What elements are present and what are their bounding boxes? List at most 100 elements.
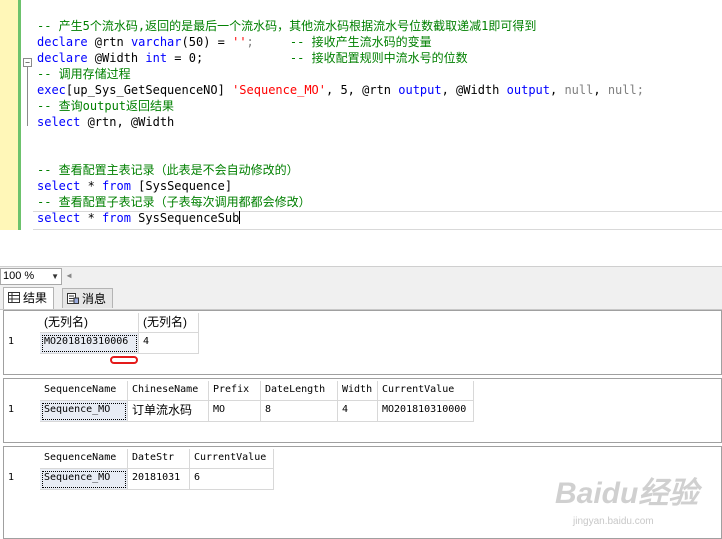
code-token: select	[37, 115, 81, 129]
messages-icon	[67, 290, 79, 304]
code-token: [up_Sys_GetSequenceNO]	[65, 83, 233, 97]
code-token: @rtn, @Width	[80, 115, 175, 129]
column-header[interactable]: CurrentValue	[378, 381, 474, 401]
code-token: from	[102, 179, 131, 193]
column-header[interactable]: ChineseName	[128, 381, 209, 401]
tab-results-label: 结果	[23, 291, 48, 305]
column-header[interactable]: (无列名)	[139, 313, 199, 333]
text-caret	[239, 211, 241, 224]
code-token: , 5, @rtn	[326, 83, 399, 97]
code-token: null	[564, 83, 594, 97]
sql-code[interactable]: -- 产生5个流水码,返回的是最后一个流水码，其他流水码根据流水号位数截取递减1…	[37, 18, 644, 226]
code-line[interactable]: -- 查询output返回结果	[37, 98, 644, 114]
code-token: declare	[37, 35, 88, 49]
code-line[interactable]: -- 查看配置子表记录（子表每次调用都都会修改）	[37, 194, 644, 210]
code-token: @rtn	[87, 35, 131, 49]
tab-messages[interactable]: 消息	[62, 288, 114, 308]
table-cell[interactable]: 8	[261, 401, 338, 422]
code-token: *	[80, 211, 103, 225]
code-line[interactable]: -- 调用存储过程	[37, 66, 644, 82]
zoom-value: 100 %	[3, 270, 35, 282]
code-token: -- 查看配置主表记录（此表是不会自动修改的）	[37, 163, 299, 177]
code-line[interactable]	[37, 130, 644, 146]
column-header[interactable]: Prefix	[209, 381, 261, 401]
code-token: -- 接收产生流水码的变量	[289, 35, 432, 49]
table-cell[interactable]: MO201810310006	[40, 333, 139, 354]
table-cell[interactable]: 4	[139, 333, 199, 354]
result-grid-2[interactable]: SequenceName ChineseName Prefix DateLength W…	[3, 378, 722, 443]
grid-results-icon	[8, 289, 20, 303]
code-token: -- 调用存储过程	[37, 67, 131, 81]
table-cell[interactable]: MO	[209, 401, 261, 422]
code-token: ''	[232, 35, 247, 49]
code-token: [SysSequence]	[130, 179, 233, 193]
code-token: = 0;	[167, 51, 204, 65]
results-tabbar: 结果 消息	[0, 285, 722, 310]
table-cell[interactable]: 20181031	[128, 469, 190, 490]
code-line[interactable]: declare @Width int = 0; -- 接收配置规则中流水号的位数	[37, 50, 644, 66]
code-token: -- 查询output返回结果	[37, 99, 175, 113]
code-token: select	[37, 179, 81, 193]
fold-guide	[27, 66, 28, 126]
code-line[interactable]: select * from [SysSequence]	[37, 178, 644, 194]
code-token: -- 接收配置规则中流水号的位数	[289, 51, 468, 65]
table-cell[interactable]: MO201810310000	[378, 401, 474, 422]
code-token: ,	[550, 83, 565, 97]
code-token: *	[80, 179, 103, 193]
code-token: varchar	[130, 35, 182, 49]
column-header[interactable]: SequenceName	[40, 381, 128, 401]
code-line[interactable]: -- 产生5个流水码,返回的是最后一个流水码，其他流水码根据流水号位数截取递减1…	[37, 18, 644, 34]
code-token: ;	[636, 83, 644, 97]
code-token: -- 产生5个流水码,返回的是最后一个流水码，其他流水码根据流水号位数截取递减1…	[37, 19, 537, 33]
code-token: output	[506, 83, 550, 97]
table-cell[interactable]: 6	[190, 469, 274, 490]
code-token: , @Width	[441, 83, 507, 97]
code-line[interactable]: exec[up_Sys_GetSequenceNO] 'Sequence_MO'…	[37, 82, 644, 98]
highlight-mark	[110, 356, 138, 364]
saved-change-indicator	[18, 0, 21, 230]
code-token: @Width	[87, 51, 146, 65]
tab-results[interactable]: 结果	[3, 287, 55, 309]
row-number[interactable]: 1	[4, 401, 40, 422]
code-line[interactable]: select * from SysSequenceSub	[37, 210, 644, 226]
code-token: (50) =	[181, 35, 233, 49]
code-token: SysSequenceSub	[130, 211, 240, 225]
code-token: declare	[37, 51, 88, 65]
code-line[interactable]: select @rtn, @Width	[37, 114, 644, 130]
scroll-left-icon[interactable]: ◀	[64, 270, 74, 282]
row-number[interactable]: 1	[4, 333, 40, 354]
code-token: null	[607, 83, 637, 97]
column-header[interactable]: DateStr	[128, 449, 190, 469]
code-token: ,	[593, 83, 608, 97]
code-token: from	[102, 211, 131, 225]
code-token: -- 查看配置子表记录（子表每次调用都都会修改）	[37, 195, 311, 209]
code-token: ;	[246, 35, 254, 49]
tab-messages-label: 消息	[82, 292, 107, 306]
table-cell[interactable]: Sequence_MO	[40, 401, 128, 422]
table-cell[interactable]: 订单流水码	[128, 401, 209, 422]
table-cell[interactable]: Sequence_MO	[40, 469, 128, 490]
zoom-select[interactable]: 100 % ▼	[0, 268, 62, 285]
column-header[interactable]: (无列名)	[40, 313, 139, 333]
column-header[interactable]: CurrentValue	[190, 449, 274, 469]
sql-editor[interactable]: − -- 产生5个流水码,返回的是最后一个流水码，其他流水码根据流水号位数截取递…	[0, 0, 722, 266]
code-line[interactable]: -- 查看配置主表记录（此表是不会自动修改的）	[37, 162, 644, 178]
chevron-down-icon: ▼	[51, 272, 59, 281]
code-line[interactable]	[37, 146, 644, 162]
table-cell[interactable]: 4	[338, 401, 378, 422]
column-header[interactable]: SequenceName	[40, 449, 128, 469]
code-token: int	[145, 51, 168, 65]
code-token: select	[37, 211, 81, 225]
result-grid-1[interactable]: (无列名) (无列名) 1 MO201810310006 4	[3, 310, 722, 375]
change-margin	[0, 0, 18, 230]
column-header[interactable]: DateLength	[261, 381, 338, 401]
editor-statusbar: 100 % ▼ ◀	[0, 266, 722, 285]
column-header[interactable]: Width	[338, 381, 378, 401]
code-token: 'Sequence_MO'	[232, 83, 326, 97]
row-number[interactable]: 1	[4, 469, 40, 490]
watermark-logo-text: Baidu经验	[555, 477, 699, 510]
code-line[interactable]: declare @rtn varchar(50) = ''; -- 接收产生流水…	[37, 34, 644, 50]
code-token: exec	[37, 83, 66, 97]
